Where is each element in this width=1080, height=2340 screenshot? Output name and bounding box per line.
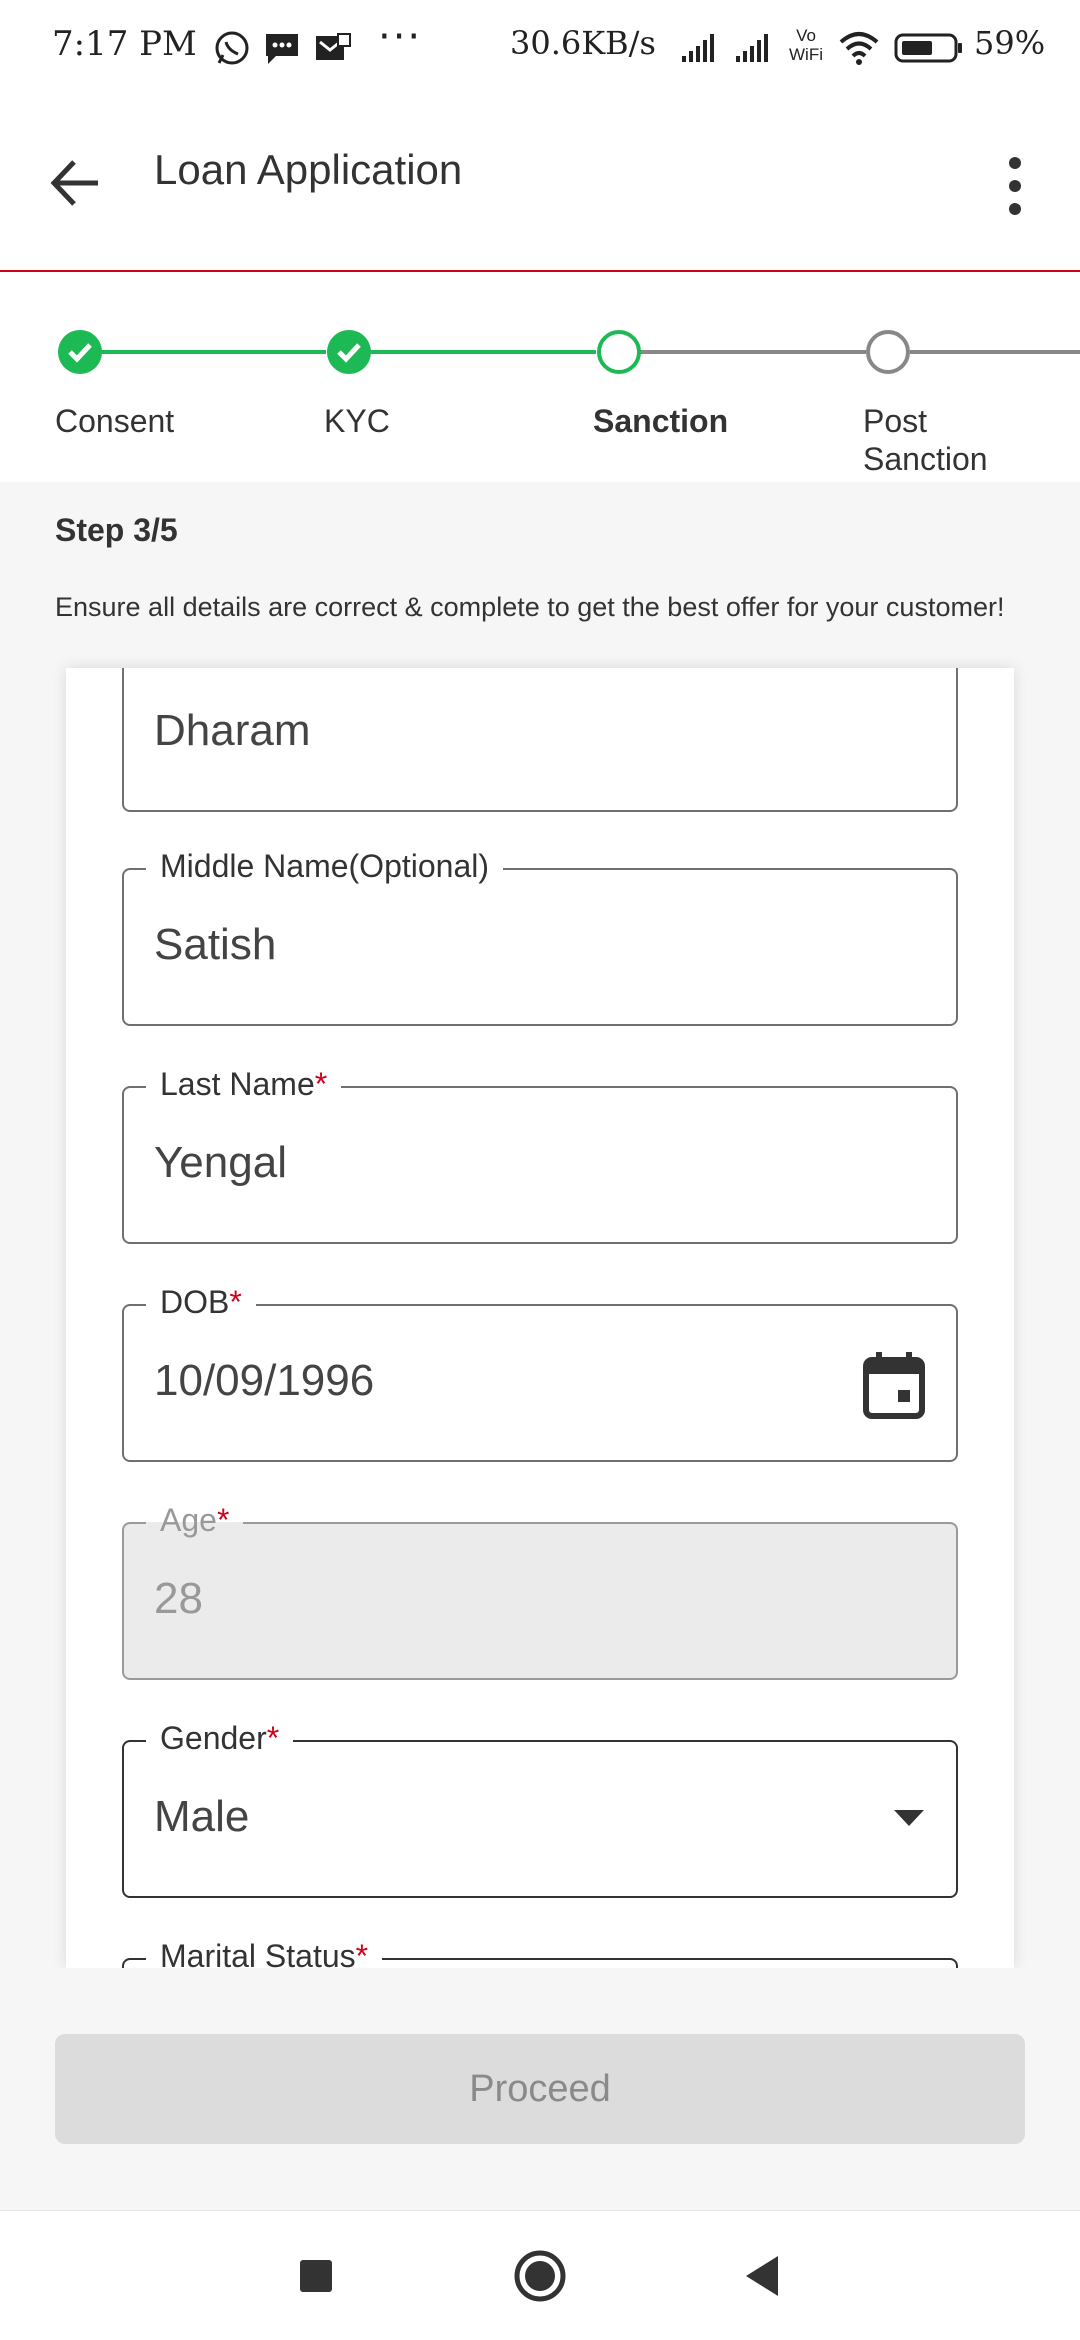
progress-stepper: Consent KYC Sanction Post Sanction bbox=[0, 272, 1080, 482]
marital-status-select[interactable]: Marital Status* bbox=[122, 1936, 958, 1968]
last-name-label: Last Name* bbox=[146, 1064, 342, 1104]
back-nav-icon[interactable] bbox=[732, 2246, 792, 2306]
step-connector bbox=[98, 350, 326, 354]
step-sanction-indicator bbox=[597, 330, 641, 374]
middle-name-value: Satish bbox=[154, 920, 277, 969]
step-connector bbox=[910, 350, 1080, 354]
age-field: Age* 28 bbox=[122, 1500, 958, 1680]
whatsapp-icon bbox=[215, 31, 249, 65]
first-name-field[interactable]: Dharam bbox=[122, 668, 958, 812]
last-name-field[interactable]: Last Name* Yengal bbox=[122, 1064, 958, 1244]
step-consent-check-icon bbox=[58, 330, 102, 374]
proceed-button[interactable]: Proceed bbox=[55, 2034, 1025, 2144]
middle-name-label: Middle Name(Optional) bbox=[146, 846, 504, 886]
middle-name-field[interactable]: Middle Name(Optional) Satish bbox=[122, 846, 958, 1026]
signal-icon bbox=[682, 34, 714, 62]
applicant-details-card: Dharam Middle Name(Optional) Satish Last… bbox=[66, 668, 1014, 1968]
age-label: Age* bbox=[146, 1500, 244, 1540]
step-label-kyc: KYC bbox=[324, 403, 390, 439]
step-connector bbox=[640, 350, 866, 354]
dob-label: DOB* bbox=[146, 1282, 256, 1322]
step-info-panel: Step 3/5 Ensure all details are correct … bbox=[0, 482, 1080, 668]
action-bar: Proceed bbox=[0, 1968, 1080, 2211]
message-icon bbox=[266, 34, 298, 64]
recent-apps-icon[interactable] bbox=[286, 2246, 346, 2306]
first-name-value: Dharam bbox=[154, 706, 311, 755]
network-speed: 30.6KB/s bbox=[510, 24, 656, 62]
dob-value: 10/09/1996 bbox=[154, 1356, 375, 1405]
more-options-icon[interactable] bbox=[990, 146, 1040, 226]
vowifi-icon: Vo WiFi bbox=[789, 26, 823, 64]
step-hint-text: Ensure all details are correct & complet… bbox=[55, 592, 1005, 622]
page-title: Loan Application bbox=[154, 146, 463, 193]
battery-icon bbox=[894, 33, 962, 63]
gender-select[interactable]: Gender* Male bbox=[122, 1718, 958, 1898]
gender-value: Male bbox=[154, 1792, 250, 1841]
step-connector bbox=[368, 350, 596, 354]
last-name-value: Yengal bbox=[154, 1138, 287, 1187]
dob-field[interactable]: DOB* 10/09/1996 bbox=[122, 1282, 958, 1462]
step-label-post-sanction: Post Sanction bbox=[863, 403, 988, 477]
more-notifications-indicator: ··· bbox=[378, 14, 423, 60]
gender-label: Gender* bbox=[146, 1718, 294, 1758]
status-bar: 7:17 PM ··· 30.6KB/s Vo WiFi 59% bbox=[0, 0, 1080, 96]
marital-status-label: Marital Status* bbox=[146, 1936, 383, 1968]
signal-icon bbox=[736, 34, 768, 62]
dropdown-arrow-icon[interactable] bbox=[892, 1808, 926, 1828]
wifi-icon bbox=[839, 32, 879, 65]
app-bar: Loan Application bbox=[0, 96, 1080, 272]
step-label-consent: Consent bbox=[55, 403, 175, 439]
step-kyc-check-icon bbox=[327, 330, 371, 374]
step-counter: Step 3/5 bbox=[55, 512, 178, 548]
step-label-sanction: Sanction bbox=[593, 403, 729, 439]
calendar-icon[interactable] bbox=[862, 1350, 926, 1420]
age-value: 28 bbox=[154, 1574, 203, 1623]
step-post-sanction-indicator bbox=[866, 330, 910, 374]
battery-percent: 59% bbox=[974, 24, 1046, 62]
system-nav-bar bbox=[0, 2212, 1080, 2340]
home-icon[interactable] bbox=[510, 2246, 570, 2306]
status-time: 7:17 PM bbox=[52, 24, 197, 64]
back-arrow-icon[interactable] bbox=[40, 148, 110, 218]
mail-icon bbox=[316, 33, 351, 60]
